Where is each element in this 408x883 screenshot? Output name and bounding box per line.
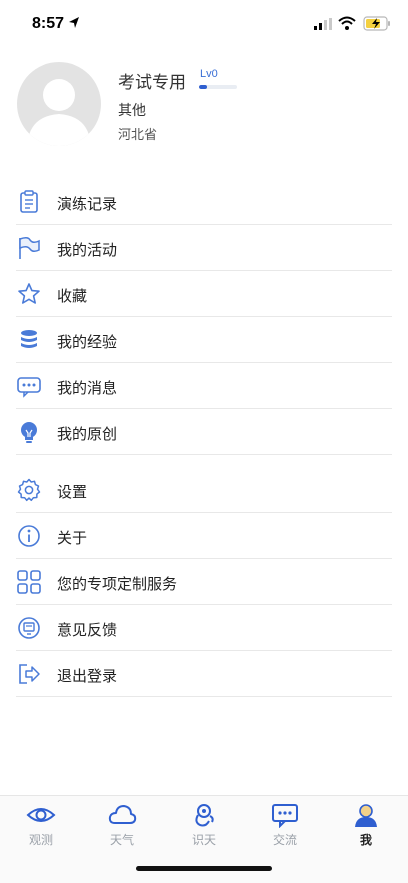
menu-item-label: 设置	[57, 483, 88, 501]
menu-group-settings: 设置 关于 您的专项定制服务 意见反馈 退出登录	[0, 467, 408, 697]
level-progress-fill	[199, 85, 207, 89]
menu-item-settings[interactable]: 设置	[0, 467, 408, 513]
user-icon	[355, 804, 377, 827]
profile-header[interactable]: 考试专用 Lv0 其他 河北省	[0, 58, 408, 168]
recognize-icon	[195, 804, 214, 827]
gear-icon	[17, 478, 41, 502]
cloud-icon	[108, 805, 137, 824]
grid-icon	[17, 570, 41, 594]
menu-item-label: 退出登录	[57, 667, 118, 685]
menu-item-my-activities[interactable]: 我的活动	[0, 225, 408, 271]
menu-item-label: 关于	[57, 529, 88, 547]
clipboard-icon	[20, 190, 38, 213]
menu-item-favorites[interactable]: 收藏	[0, 271, 408, 317]
tab-label: 交流	[272, 833, 297, 847]
logout-icon	[19, 664, 40, 684]
tab-label: 识天	[191, 833, 216, 847]
tab-community[interactable]: 交流	[250, 802, 320, 852]
home-indicator[interactable]	[136, 866, 272, 871]
lightbulb-icon	[21, 422, 37, 443]
menu-item-label: 您的专项定制服务	[57, 575, 178, 593]
status-bar: 8:57	[0, 0, 408, 48]
avatar[interactable]	[17, 62, 101, 146]
menu-item-my-messages[interactable]: 我的消息	[0, 363, 408, 409]
cellular-signal-icon	[314, 18, 332, 30]
menu-item-label: 我的原创	[57, 425, 118, 443]
tab-recognize[interactable]: 识天	[169, 802, 239, 852]
profile-role: 其他	[118, 103, 146, 119]
star-icon	[18, 283, 40, 304]
menu-item-feedback[interactable]: 意见反馈	[0, 605, 408, 651]
menu-item-logout[interactable]: 退出登录	[0, 651, 408, 697]
menu-item-custom-services[interactable]: 您的专项定制服务	[0, 559, 408, 605]
menu-item-my-experience[interactable]: 我的经验	[0, 317, 408, 363]
coin-stack-icon	[21, 330, 37, 348]
profile-region: 河北省	[118, 128, 158, 143]
default-avatar-icon	[27, 79, 91, 146]
menu-item-practice-records[interactable]: 演练记录	[0, 179, 408, 225]
tab-weather[interactable]: 天气	[87, 802, 157, 852]
wifi-icon	[338, 16, 356, 30]
menu-item-label: 意见反馈	[57, 621, 118, 639]
flag-icon	[19, 236, 40, 259]
info-icon	[18, 525, 40, 547]
tab-me[interactable]: 我	[331, 802, 401, 852]
menu-item-label: 我的经验	[57, 333, 118, 351]
menu-item-label: 我的消息	[57, 379, 118, 397]
menu-group-activity: 演练记录 我的活动 收藏 我的经验 我的消息 我的原创	[0, 179, 408, 455]
chat-icon	[272, 804, 298, 828]
tab-observe[interactable]: 观测	[6, 802, 76, 852]
message-icon	[17, 377, 41, 398]
divider	[16, 696, 392, 697]
menu-item-about[interactable]: 关于	[0, 513, 408, 559]
menu-item-my-originals[interactable]: 我的原创	[0, 409, 408, 455]
divider	[16, 454, 392, 455]
battery-charging-icon	[363, 16, 390, 31]
status-time: 8:57	[32, 15, 65, 32]
profile-name: 考试专用	[118, 73, 186, 93]
menu-item-label: 我的活动	[57, 241, 118, 259]
feedback-icon	[18, 617, 40, 639]
menu-item-label: 收藏	[57, 287, 88, 305]
tab-label: 天气	[109, 833, 134, 847]
eye-icon	[26, 808, 56, 822]
tab-label: 我	[359, 833, 372, 847]
location-arrow-icon	[69, 17, 79, 28]
tab-label: 观测	[28, 833, 53, 847]
level-badge: Lv0	[200, 68, 218, 80]
menu-item-label: 演练记录	[57, 195, 118, 213]
level-progress-bar	[199, 85, 237, 89]
